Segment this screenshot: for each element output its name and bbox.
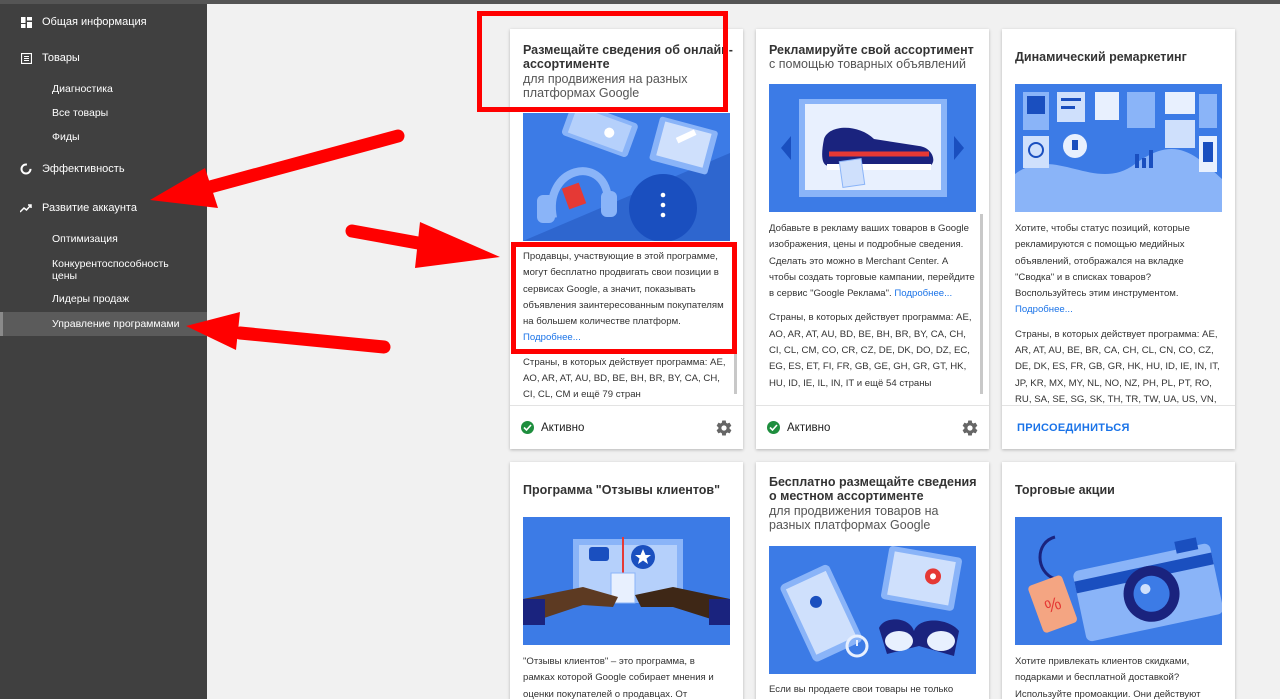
arrow-to-account-growth bbox=[150, 129, 405, 208]
arrow-to-programs bbox=[186, 312, 391, 354]
arrow-to-description bbox=[345, 222, 500, 268]
annotation-arrows bbox=[150, 129, 500, 354]
